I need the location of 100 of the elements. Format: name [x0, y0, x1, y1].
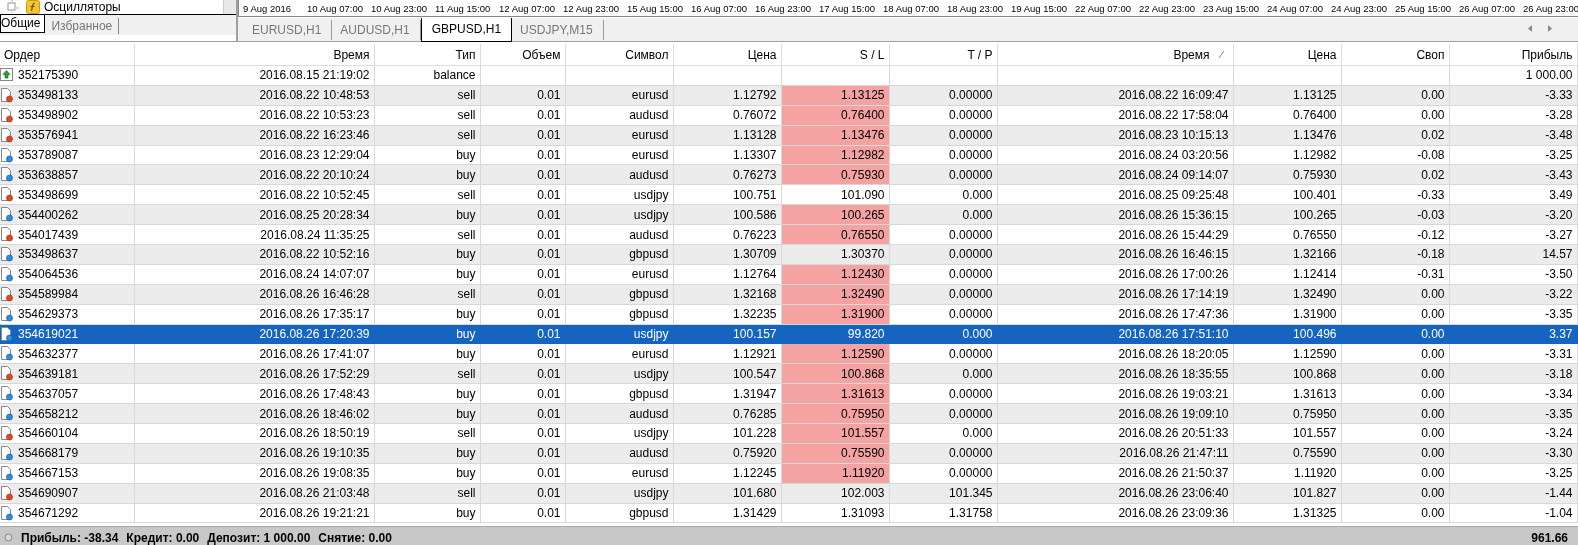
- table-cell: usdjpy: [633, 426, 669, 441]
- table-cell: 2016.08.26 19:21:21: [259, 506, 370, 521]
- table-cell: 2016.08.26 21:47:11: [1119, 446, 1229, 461]
- sell-order-icon: [0, 127, 14, 143]
- panel-tab[interactable]: Общие: [0, 15, 46, 33]
- table-cell: 0.00000: [949, 227, 993, 242]
- time-axis-label: 26 Aug 23:00: [1523, 2, 1578, 14]
- table-cell: 0.00000: [949, 167, 993, 182]
- table-cell: 2016.08.26 17:35:17: [259, 307, 370, 322]
- table-cell: 1.31325: [1293, 506, 1337, 521]
- table-cell: 0.00: [1421, 346, 1445, 361]
- scrollbar[interactable]: [223, 0, 236, 14]
- table-cell: 0.00000: [949, 406, 993, 421]
- table-cell: 0.01: [537, 506, 561, 521]
- table-cell: 101.557: [1293, 426, 1337, 441]
- table-cell: sell: [457, 426, 476, 441]
- chart-tab[interactable]: AUDUSD,H1: [332, 20, 421, 40]
- table-cell: 3.49: [1549, 187, 1573, 202]
- table-cell: 0.00: [1421, 406, 1445, 421]
- table-cell: 2016.08.24 14:07:07: [259, 267, 370, 282]
- time-axis-label: 10 Aug 07:00: [307, 2, 363, 14]
- table-cell[interactable]: 352175390: [18, 68, 79, 83]
- table-cell: 0.01: [537, 128, 561, 143]
- table-cell: 0.01: [537, 466, 561, 481]
- table-cell: 2016.08.22 20:10:24: [259, 167, 370, 182]
- table-cell: 2016.08.26 17:41:07: [259, 346, 370, 361]
- table-cell: 0.00: [1421, 108, 1445, 123]
- column-header[interactable]: Объем: [522, 47, 561, 62]
- column-header[interactable]: Время: [1173, 47, 1229, 62]
- panel-tab[interactable]: Избранное: [45, 18, 120, 34]
- table-cell: 0.01: [537, 148, 561, 162]
- column-header[interactable]: Своп: [1416, 47, 1445, 62]
- table-cell: 2016.08.26 17:20:39: [259, 327, 370, 341]
- buy-order-icon: [0, 326, 14, 342]
- table-cell: eurusd: [631, 128, 669, 143]
- chart-tab[interactable]: GBPUSD,H1: [420, 18, 513, 42]
- table-cell: 100.586: [733, 207, 777, 222]
- column-header[interactable]: Символ: [625, 47, 669, 62]
- table-cell: 2016.08.26 17:52:29: [259, 366, 370, 381]
- column-header[interactable]: Время: [333, 47, 370, 62]
- tree-item[interactable]: Осцилляторы: [44, 0, 219, 14]
- table-cell: sell: [457, 486, 476, 501]
- table-cell: buy: [456, 148, 476, 162]
- table-cell: 100.868: [1293, 366, 1337, 381]
- table-cell: 2016.08.24 11:35:25: [260, 227, 370, 242]
- table-cell: 0.01: [537, 446, 561, 461]
- table-cell: -1.44: [1545, 486, 1573, 501]
- table-cell: -1.04: [1545, 506, 1573, 521]
- column-header[interactable]: Прибыль: [1521, 47, 1573, 62]
- table-cell: 1.31613: [1293, 386, 1337, 401]
- time-axis-label: 26 Aug 07:00: [1459, 2, 1515, 14]
- table-cell: 2016.08.26 18:50:19: [259, 426, 370, 441]
- scroll-right-icon: [1546, 24, 1554, 33]
- table-cell: -3.50: [1545, 267, 1573, 282]
- summary-text: Депозит: 1 000.00: [207, 530, 311, 545]
- summary-text: Кредит: 0.00: [126, 530, 200, 545]
- table-cell: buy: [456, 267, 476, 282]
- table-cell: 0.00000: [949, 346, 993, 361]
- table-cell: usdjpy: [633, 327, 669, 341]
- column-header[interactable]: Ордер: [4, 47, 41, 62]
- table-cell: 14.57: [1542, 247, 1573, 262]
- table-cell[interactable]: 354629373: [18, 307, 79, 322]
- table-cell[interactable]: 354017439: [18, 227, 79, 242]
- table-cell[interactable]: 354637057: [18, 386, 79, 401]
- table-cell: 2016.08.26 19:10:35: [259, 446, 370, 461]
- table-cell: 0.01: [537, 287, 561, 302]
- table-cell: 1 000.00: [1525, 68, 1573, 83]
- table-cell: sell: [457, 187, 476, 202]
- table-cell: audusd: [629, 446, 669, 461]
- table-cell: -0.08: [1417, 148, 1445, 162]
- table-cell: 2016.08.26 19:03:21: [1118, 386, 1229, 401]
- column-header[interactable]: S / L: [859, 47, 885, 62]
- table-cell: 0.02: [1421, 128, 1445, 143]
- table-cell: audusd: [629, 167, 669, 182]
- table-cell: -0.03: [1417, 207, 1445, 222]
- table-cell: 0.01: [537, 386, 561, 401]
- table-cell: -3.27: [1545, 227, 1573, 242]
- table-cell: 2016.08.25 20:28:34: [259, 207, 370, 222]
- chart-tab[interactable]: EURUSD,H1: [244, 20, 333, 40]
- table-cell[interactable]: 354667153: [18, 466, 79, 481]
- table-cell[interactable]: 354660104: [18, 426, 79, 441]
- column-header[interactable]: Цена: [1307, 47, 1337, 62]
- time-axis-label: 25 Aug 15:00: [1395, 2, 1451, 14]
- table-cell: 0.01: [537, 207, 561, 222]
- table-cell: -3.24: [1545, 426, 1573, 441]
- column-header[interactable]: Цена: [747, 47, 777, 62]
- table-cell: 3.37: [1549, 327, 1573, 341]
- table-cell: 2016.08.22 17:58:04: [1118, 108, 1229, 123]
- table-cell: -3.33: [1545, 88, 1573, 103]
- column-header[interactable]: Тип: [455, 47, 476, 62]
- chart-tab[interactable]: USDJPY,M15: [512, 20, 604, 40]
- table-cell: 0.00: [1421, 426, 1445, 441]
- column-header[interactable]: T / P: [967, 47, 993, 62]
- table-cell: 1.13125: [1293, 88, 1337, 103]
- table-cell: 0.00: [1421, 327, 1445, 341]
- table-cell: 2016.08.26 17:14:19: [1118, 287, 1229, 302]
- table-cell: 2016.08.26 17:47:36: [1118, 307, 1229, 322]
- table-cell[interactable]: 354632377: [18, 346, 79, 361]
- table-cell: eurusd: [631, 88, 669, 103]
- buy-order-icon: [0, 167, 14, 183]
